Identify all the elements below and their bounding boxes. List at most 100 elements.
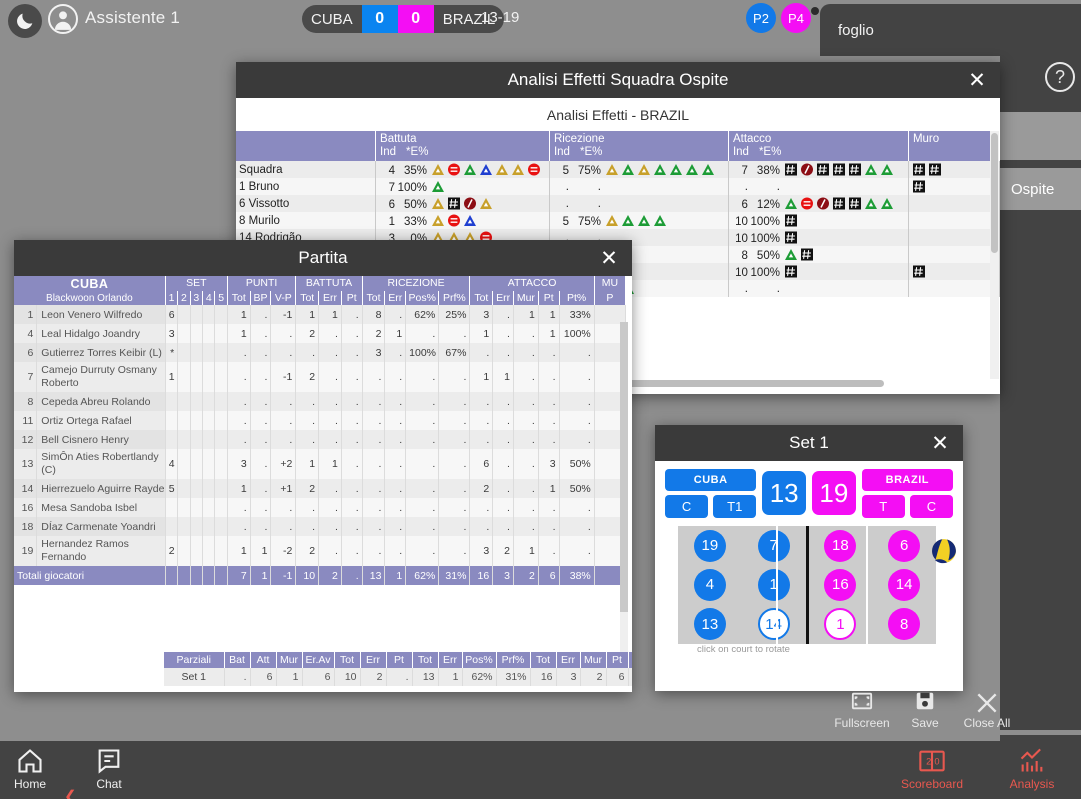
cell-battuta: 1 — [318, 449, 342, 479]
analisi-row[interactable]: Squadra 4 35% 5 75% 7 38% — [236, 161, 1000, 178]
close-all-button[interactable]: Close All — [954, 690, 1020, 730]
player-name: Ortiz Ortega Rafael — [36, 411, 166, 430]
court-player-7[interactable]: 7 — [757, 529, 790, 562]
cell-set — [177, 449, 191, 479]
cell-ricezione: 100% — [405, 343, 440, 362]
table-row[interactable]: 6 Gutierrez Torres Keibir (L) *...... 3. 100… — [14, 343, 627, 362]
cell-attacco: . — [538, 392, 560, 411]
user-avatar-icon[interactable] — [48, 4, 78, 34]
save-icon — [902, 690, 948, 714]
analisi-cell-muro — [908, 161, 1000, 178]
court-player-18[interactable]: 18 — [824, 529, 857, 562]
parziali-col-Tot: Tot — [530, 652, 557, 668]
set-dialog-title: Set 1 — [789, 433, 829, 452]
chevron-left-icon[interactable]: ❮ — [64, 787, 77, 799]
court-player-19[interactable]: 19 — [693, 529, 726, 562]
volleyball-court[interactable]: 19 7 4 1 13 14 18 6 16 14 1 8 — [678, 526, 936, 644]
cell-punti: 1 — [227, 536, 251, 566]
court-player-6[interactable]: 6 — [888, 529, 921, 562]
analysis-chart-icon — [994, 747, 1070, 777]
table-row[interactable]: 13 SimÔn Aties Robertlandy (C) 4 3. +2 1 1....… — [14, 449, 627, 479]
totals-cell: 10 — [295, 566, 320, 585]
analisi-vertical-scrollbar[interactable] — [990, 131, 999, 385]
analisi-row[interactable]: 8 Murilo 1 33% 5 75% 10 100% — [236, 212, 1000, 229]
court-player-14[interactable]: 14 — [757, 608, 790, 641]
analisi-cell-attacco: 10 100% — [728, 212, 909, 229]
away-court-half[interactable]: 18 6 16 14 1 8 — [809, 526, 937, 644]
court-area[interactable]: 19 7 4 1 13 14 18 6 16 14 1 8 click on court to ro… — [665, 526, 956, 655]
cell-punti: . — [270, 498, 297, 517]
cell-attacco: 1 — [538, 479, 560, 498]
cell-battuta: . — [318, 517, 342, 536]
cell-set — [214, 536, 228, 566]
home-court-half[interactable]: 19 7 4 1 13 14 — [678, 526, 809, 644]
analisi-cell-attacco: 6 12% — [728, 195, 909, 212]
court-player-1[interactable]: 1 — [824, 608, 857, 641]
home-action-t1[interactable]: T1 — [713, 495, 757, 518]
nav-home-button[interactable]: Home — [8, 747, 52, 791]
table-row[interactable]: 14 Hierrezuelo Aguirre Raydel 5 1. +1 2......… — [14, 479, 627, 498]
table-row[interactable]: 8 Cepeda Abreu Rolando............... — [14, 392, 627, 411]
away-action-c[interactable]: C — [909, 495, 954, 518]
table-row[interactable]: 18 DÍaz Carmenate Yoandri............... — [14, 517, 627, 536]
cell-ricezione: . — [384, 449, 407, 479]
moon-icon[interactable] — [8, 4, 42, 38]
table-row[interactable]: 19 Hernandez Ramos Fernando 2 1 1 -2 2...... 3 2… — [14, 536, 627, 566]
cell-ricezione: . — [384, 305, 407, 324]
table-row[interactable]: 16 Mesa Sandoba Isbel............... — [14, 498, 627, 517]
table-row[interactable]: 12 Bell Cisnero Henry............... — [14, 430, 627, 449]
cell-ricezione: 2 — [362, 324, 386, 343]
parziali-col-Pt: Pt — [386, 652, 413, 668]
effect-green-icon — [784, 197, 799, 210]
player-badge-p2[interactable]: P2 — [746, 3, 776, 33]
cell-set — [202, 498, 216, 517]
nav-analysis-button[interactable]: Analysis — [994, 747, 1070, 791]
home-action-c[interactable]: C — [665, 495, 709, 518]
cell-attacco: . — [513, 430, 539, 449]
parziali-cell: 38% — [628, 668, 632, 686]
court-player-8[interactable]: 8 — [888, 608, 921, 641]
partita-vertical-scrollbar[interactable] — [620, 322, 628, 652]
close-icon[interactable]: ✕ — [966, 69, 988, 91]
table-row[interactable]: 1 Leon Venero Wilfredo 6 1. -1 1 1. 8. 62% 25% 3. 1… — [14, 305, 627, 324]
nav-scoreboard-button[interactable]: 2 0 Scoreboard — [890, 747, 974, 791]
ospite-button[interactable]: Ospite — [1000, 168, 1081, 210]
cell-set — [190, 449, 204, 479]
save-label: Save — [911, 716, 939, 730]
close-icon[interactable]: ✕ — [929, 432, 951, 454]
effect-hash-icon — [447, 197, 462, 210]
analisi-row[interactable]: 6 Vissotto 6 50%.. 6 12% — [236, 195, 1000, 212]
home-team-button[interactable]: CUBA — [665, 469, 757, 491]
court-player-16[interactable]: 16 — [824, 568, 857, 601]
analisi-battuta-ind: 4 — [388, 164, 396, 177]
effect-hash-icon — [928, 163, 943, 176]
analisi-battuta-pct: 35% — [404, 164, 428, 177]
close-icon[interactable]: ✕ — [598, 247, 620, 269]
court-player-13[interactable]: 13 — [693, 608, 726, 641]
save-button[interactable]: Save — [902, 690, 948, 730]
cell-set — [214, 343, 228, 362]
cell-punti: . — [250, 479, 272, 498]
nav-chat-button[interactable]: Chat — [86, 747, 132, 791]
analisi-cell-muro — [908, 263, 1000, 280]
table-row[interactable]: 11 Ortiz Ortega Rafael............... — [14, 411, 627, 430]
table-row[interactable]: 7 Camejo Durruty Osmany Roberto 1.. -1 2....… — [14, 362, 627, 392]
cell-set: 6 — [165, 305, 179, 324]
table-row[interactable]: 4 Leal Hidalgo Joandry 3 1.. 2.. 2 1.. 1.. 1 100% — [14, 324, 627, 343]
analisi-row[interactable]: 1 Bruno 7 100%.... — [236, 178, 1000, 195]
scoreboard-pill[interactable]: CUBA 0 0 BRAZIL — [302, 5, 505, 33]
away-team-button[interactable]: BRAZIL — [861, 469, 953, 491]
court-player-4[interactable]: 4 — [693, 568, 726, 601]
player-badge-p4[interactable]: P4 — [781, 3, 811, 33]
court-player-1[interactable]: 1 — [757, 568, 790, 601]
effect-red-eq-icon — [527, 163, 542, 176]
question-mark-icon[interactable]: ? — [1045, 62, 1075, 92]
effect-hash-icon — [784, 163, 799, 176]
away-action-t[interactable]: T — [861, 495, 905, 518]
cell-set — [202, 324, 216, 343]
court-player-14[interactable]: 14 — [888, 568, 921, 601]
cell-ricezione: 1 — [384, 324, 407, 343]
fullscreen-button[interactable]: Fullscreen — [826, 690, 898, 730]
partita-table-scroll[interactable]: CUBA Blackwoon Orlando SET PUNTI BATTUTA… — [14, 276, 632, 692]
cell-ricezione: . — [405, 411, 440, 430]
